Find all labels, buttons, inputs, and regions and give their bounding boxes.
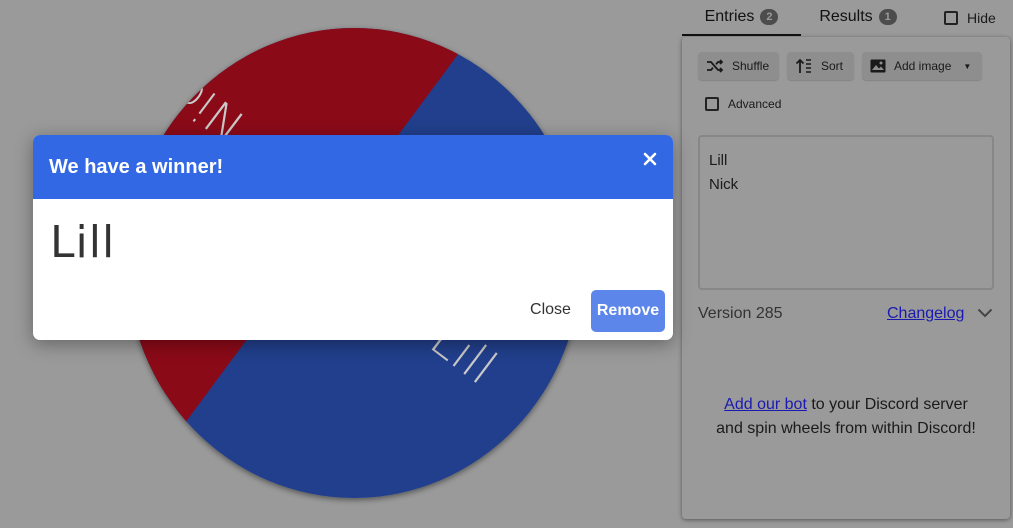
dropdown-caret-icon: ▼ bbox=[963, 61, 972, 71]
add-image-label: Add image bbox=[894, 59, 952, 73]
chevron-down-icon[interactable] bbox=[977, 308, 993, 318]
remove-button[interactable]: Remove bbox=[591, 290, 665, 332]
advanced-checkbox[interactable] bbox=[705, 97, 719, 111]
entries-panel: Shuffle Sort Add image ▼ Advanced Lill N… bbox=[682, 37, 1010, 519]
shuffle-button[interactable]: Shuffle bbox=[698, 52, 779, 80]
close-icon[interactable] bbox=[643, 152, 657, 166]
hide-label: Hide bbox=[967, 10, 996, 26]
entry-line: Nick bbox=[709, 176, 739, 193]
entries-textarea[interactable]: Lill Nick bbox=[698, 135, 994, 290]
tab-results-label: Results bbox=[819, 8, 873, 25]
discord-promo: Add our bot to your Discord server and s… bbox=[716, 393, 976, 441]
advanced-toggle[interactable]: Advanced bbox=[705, 97, 781, 111]
hide-toggle[interactable]: Hide bbox=[944, 10, 996, 26]
tab-entries[interactable]: Entries 2 bbox=[682, 0, 801, 36]
dialog-title: We have a winner! bbox=[49, 155, 224, 178]
sort-icon bbox=[795, 58, 811, 73]
version-label: Version 285 bbox=[698, 305, 783, 322]
close-button[interactable]: Close bbox=[518, 297, 583, 323]
entries-count-badge: 2 bbox=[760, 9, 779, 25]
hide-checkbox[interactable] bbox=[944, 11, 958, 25]
advanced-label: Advanced bbox=[728, 97, 782, 111]
entry-line: Lill bbox=[709, 152, 728, 169]
tab-entries-label: Entries bbox=[704, 8, 755, 25]
changelog-link[interactable]: Changelog bbox=[887, 305, 964, 323]
shuffle-label: Shuffle bbox=[732, 59, 770, 73]
sort-button[interactable]: Sort bbox=[787, 52, 854, 80]
image-icon bbox=[870, 59, 886, 73]
add-bot-link[interactable]: Add our bot bbox=[724, 396, 807, 413]
shuffle-icon bbox=[707, 59, 724, 73]
tab-results[interactable]: Results 1 bbox=[808, 0, 908, 34]
tab-bar: Entries 2 Results 1 Hide bbox=[680, 0, 1013, 36]
winner-dialog: We have a winner! Lill Close Remove bbox=[33, 135, 673, 340]
sort-label: Sort bbox=[821, 59, 844, 73]
winner-name: Lill bbox=[50, 217, 116, 268]
results-count-badge: 1 bbox=[878, 9, 897, 25]
dialog-header: We have a winner! bbox=[33, 135, 673, 199]
add-image-button[interactable]: Add image ▼ bbox=[862, 52, 982, 80]
